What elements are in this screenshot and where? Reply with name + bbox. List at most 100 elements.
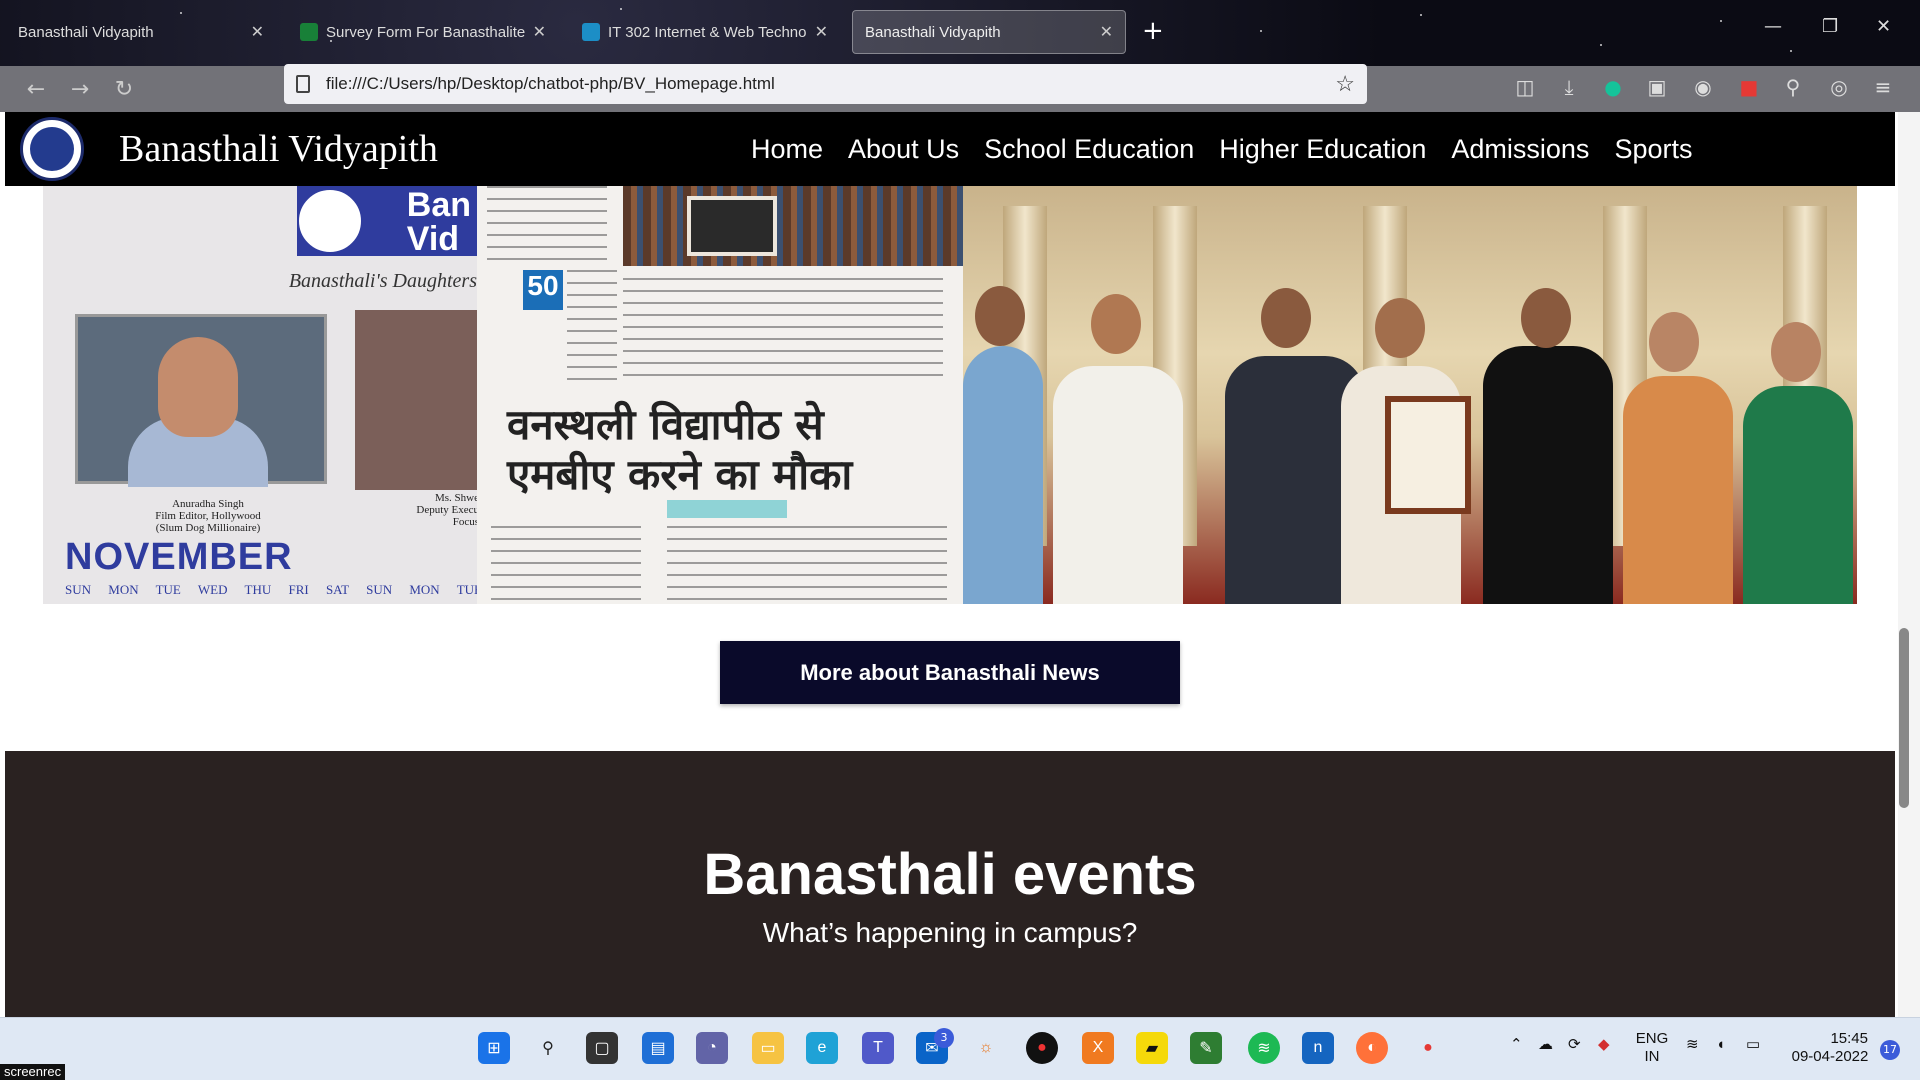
- loader-icon[interactable]: ☼: [970, 1032, 1002, 1064]
- record-icon[interactable]: ●: [1026, 1032, 1058, 1064]
- bookshelf-photo: [623, 186, 963, 266]
- teams-icon[interactable]: T: [862, 1032, 894, 1064]
- close-icon[interactable]: ✕: [815, 22, 828, 42]
- minimize-icon[interactable]: —: [1764, 16, 1782, 37]
- poster-tagline: Banasthali's Daughters: [288, 270, 477, 292]
- caption-1: Anuradha Singh Film Editor, Hollywood (S…: [155, 498, 261, 534]
- tab-survey-form[interactable]: Survey Form For Banasthalites ( ✕: [288, 10, 558, 54]
- menu-home[interactable]: Home: [751, 134, 823, 165]
- tab-title: Banasthali Vidyapith: [865, 23, 1001, 41]
- tab-it302[interactable]: IT 302 Internet & Web Technolo ✕: [570, 10, 840, 54]
- onedrive-icon[interactable]: ☁: [1538, 1036, 1553, 1054]
- reload-icon[interactable]: ↻: [106, 77, 142, 102]
- award-certificate: [1385, 396, 1471, 514]
- poster-banner-text: Ban Vid: [406, 186, 471, 258]
- tab-title: Survey Form For Banasthalites (: [326, 23, 525, 41]
- number-badge: 50: [523, 270, 563, 310]
- news-image-award-ceremony: [963, 186, 1857, 604]
- sync-icon[interactable]: ⟳: [1568, 1036, 1581, 1054]
- news-image-newspaper: 50 वनस्थली विद्यापीठ से एमबीए करने का मौ…: [477, 186, 963, 604]
- widgets-icon[interactable]: ▤: [642, 1032, 674, 1064]
- menu-higher-education[interactable]: Higher Education: [1219, 134, 1426, 165]
- screenshot-icon[interactable]: ■: [1736, 74, 1762, 100]
- search-icon[interactable]: ⚲: [532, 1032, 564, 1064]
- start-icon[interactable]: ⊞: [478, 1032, 510, 1064]
- battery-icon[interactable]: ▭: [1746, 1036, 1760, 1054]
- article-text: [623, 278, 943, 382]
- edge-icon[interactable]: e: [806, 1032, 838, 1064]
- events-section: Banasthali events What’s happening in ca…: [5, 751, 1895, 1017]
- url-text[interactable]: file:///C:/Users/hp/Desktop/chatbot-php/…: [326, 74, 1335, 94]
- sticky-notes-icon[interactable]: ▰: [1136, 1032, 1168, 1064]
- site-header: Banasthali Vidyapith Home About Us Schoo…: [5, 112, 1895, 186]
- portrait-photo-2: [355, 310, 477, 490]
- tab-banasthali-active[interactable]: Banasthali Vidyapith ✕: [852, 10, 1126, 54]
- screenrec-watermark: screenrec: [0, 1064, 66, 1080]
- book-photo: [687, 196, 777, 256]
- portrait-photo: [75, 314, 327, 487]
- back-icon[interactable]: ←: [18, 77, 54, 102]
- close-icon[interactable]: ✕: [251, 22, 264, 42]
- notepad-plus-icon[interactable]: ✎: [1190, 1032, 1222, 1064]
- notification-badge[interactable]: 17: [1880, 1040, 1900, 1060]
- classroom-icon: [582, 23, 600, 41]
- newspaper-headline: वनस्थली विद्यापीठ से एमबीए करने का मौका: [507, 400, 853, 499]
- article-text: [487, 186, 607, 262]
- restore-icon[interactable]: ❐: [1822, 16, 1838, 37]
- screenrec-app-icon[interactable]: ●: [1412, 1032, 1444, 1064]
- events-heading: Banasthali events: [703, 842, 1197, 907]
- browser-tab-strip: Banasthali Vidyapith ✕ Survey Form For B…: [0, 0, 1920, 66]
- n-app-icon[interactable]: n: [1302, 1032, 1334, 1064]
- article-text: [567, 270, 617, 380]
- more-news-button[interactable]: More about Banasthali News: [720, 641, 1180, 704]
- account-icon[interactable]: ◎: [1826, 74, 1852, 100]
- mail-badge: 3: [934, 1028, 954, 1048]
- extension-lock-icon[interactable]: ▣: [1644, 74, 1670, 100]
- address-bar[interactable]: file:///C:/Users/hp/Desktop/chatbot-php/…: [284, 64, 1367, 104]
- clock[interactable]: 15:45 09-04-2022: [1780, 1030, 1880, 1066]
- download-icon[interactable]: ⤓: [1556, 74, 1582, 100]
- grammarly-icon[interactable]: ●: [1600, 74, 1626, 100]
- menu-about-us[interactable]: About Us: [848, 134, 959, 165]
- menu-icon[interactable]: ≡: [1870, 74, 1896, 100]
- university-logo[interactable]: [20, 117, 84, 181]
- article-text: [667, 526, 947, 604]
- sheets-icon: [300, 23, 318, 41]
- menu-admissions[interactable]: Admissions: [1451, 134, 1589, 165]
- bookmark-star-icon[interactable]: ☆: [1335, 71, 1355, 97]
- extension-eye-icon[interactable]: ◉: [1690, 74, 1716, 100]
- windows-taskbar: ⊞ ⚲ ▢ ▤ ◔ ▭ e T ✉ 3 ☼ ● X ▰ ✎ ≋ n ◐ ● ⌃ …: [0, 1017, 1920, 1080]
- close-icon[interactable]: ✕: [1100, 22, 1113, 42]
- tab-banasthali-1[interactable]: Banasthali Vidyapith ✕: [6, 10, 276, 54]
- tray-chevron-icon[interactable]: ⌃: [1510, 1036, 1523, 1054]
- main-menu: Home About Us School Education Higher Ed…: [751, 112, 1717, 186]
- zoom-icon[interactable]: ⚲: [1780, 74, 1806, 100]
- xampp-icon[interactable]: X: [1082, 1032, 1114, 1064]
- close-icon[interactable]: ✕: [533, 22, 546, 42]
- chat-icon[interactable]: ◔: [696, 1032, 728, 1064]
- emblem-icon: [297, 188, 363, 254]
- spotify-icon[interactable]: ≋: [1248, 1032, 1280, 1064]
- pocket-icon[interactable]: ◫: [1512, 74, 1538, 100]
- page-scrollbar-track[interactable]: [1898, 112, 1920, 1017]
- menu-school-education[interactable]: School Education: [984, 134, 1194, 165]
- file-explorer-icon[interactable]: ▭: [752, 1032, 784, 1064]
- tab-title: IT 302 Internet & Web Technolo: [608, 23, 807, 41]
- forward-icon[interactable]: →: [62, 77, 98, 102]
- site-title[interactable]: Banasthali Vidyapith: [119, 127, 438, 171]
- task-view-icon[interactable]: ▢: [586, 1032, 618, 1064]
- antivirus-icon[interactable]: ◆: [1598, 1036, 1610, 1054]
- page-icon: [296, 75, 310, 93]
- volume-icon[interactable]: ◖: [1716, 1036, 1725, 1054]
- wifi-icon[interactable]: ≋: [1686, 1036, 1699, 1054]
- tab-title: Banasthali Vidyapith: [18, 23, 154, 41]
- calendar-days: SUN MON TUE WED THU FRI SAT SUN MON TUE …: [65, 582, 477, 597]
- article-subtag: [667, 500, 787, 518]
- new-tab-button[interactable]: +: [1142, 16, 1164, 46]
- close-window-icon[interactable]: ✕: [1876, 16, 1891, 37]
- page-scrollbar-thumb[interactable]: [1899, 628, 1909, 808]
- firefox-icon[interactable]: ◐: [1356, 1032, 1388, 1064]
- menu-sports[interactable]: Sports: [1614, 134, 1692, 165]
- news-image-daughters: Ban Vid Banasthali's Daughters Anuradha …: [43, 186, 477, 604]
- language-indicator[interactable]: ENG IN: [1634, 1030, 1670, 1066]
